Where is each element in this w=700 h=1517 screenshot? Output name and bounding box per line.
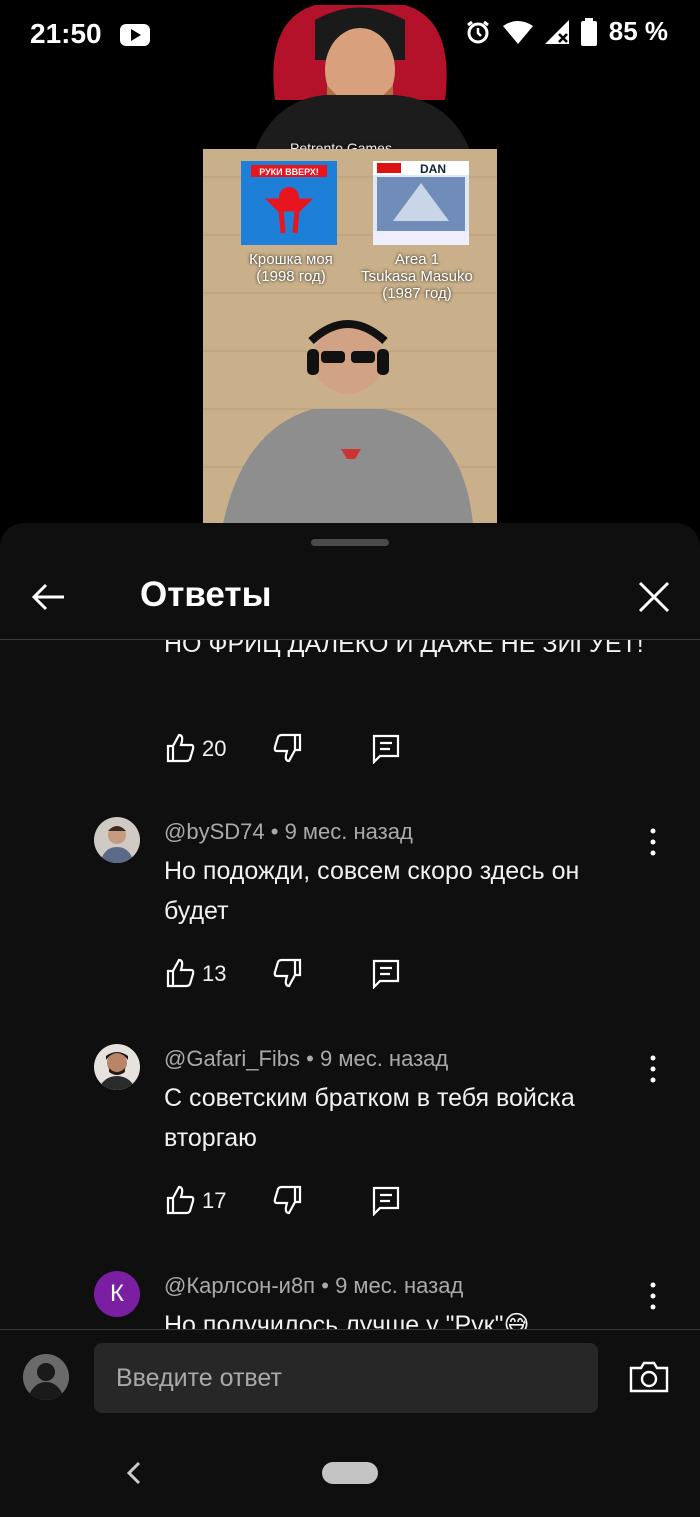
- battery-percentage: 85 %: [608, 16, 668, 46]
- status-bar: 21:50 85 %: [0, 0, 700, 70]
- status-icons: 85 %: [465, 16, 668, 47]
- reply-text: С советским братком в тебя войска вторга…: [164, 1084, 575, 1152]
- signal-icon: [544, 19, 569, 44]
- more-vert-icon[interactable]: [644, 1054, 662, 1084]
- replies-sheet: Ответы НО ФРИЦ ДАЛЕКО И ДАЖЕ НЕ ЗИГУЕТ! …: [0, 523, 700, 1517]
- reply-author[interactable]: @bySD74: [164, 819, 265, 844]
- avatar[interactable]: [94, 1044, 140, 1090]
- right-card-caption: Area 1 Tsukasa Masuko (1987 год): [361, 251, 473, 302]
- video-player[interactable]: Petrento Games РУКИ ВВЕРХ! DAN Крошка мо…: [0, 0, 700, 540]
- album-logo-text: РУКИ ВВЕРХ!: [259, 167, 319, 177]
- reply-meta: @Gafari_Fibs • 9 мес. назад: [164, 1046, 448, 1072]
- battery-icon: [580, 17, 597, 46]
- reply-icon[interactable]: [370, 957, 402, 989]
- meta-separator: •: [306, 1046, 320, 1071]
- thumb-down-icon[interactable]: [272, 957, 304, 989]
- meta-separator: •: [321, 1273, 336, 1298]
- reply-age: 9 мес. назад: [284, 819, 413, 844]
- replies-list[interactable]: НО ФРИЦ ДАЛЕКО И ДАЖЕ НЕ ЗИГУЕТ! 20 @byS…: [0, 640, 700, 1330]
- reply-icon[interactable]: [370, 732, 402, 764]
- thumb-down-icon[interactable]: [272, 732, 304, 764]
- like-count: 13: [202, 961, 227, 986]
- alarm-icon: [466, 20, 489, 43]
- left-card-caption: Крошка моя (1998 год): [249, 251, 333, 285]
- reply-actions: 17: [164, 1184, 424, 1224]
- reply-composer: [0, 1329, 700, 1440]
- reply-meta: @bySD74 • 9 мес. назад: [164, 819, 413, 845]
- reply-author[interactable]: @Gafari_Fibs: [164, 1046, 300, 1071]
- video-clip: РУКИ ВВЕРХ! DAN Крошка моя (1998 год) Ar…: [203, 149, 497, 524]
- more-vert-icon[interactable]: [644, 827, 662, 857]
- reply-icon[interactable]: [370, 1184, 402, 1216]
- reply-meta: @Карлсон-и8п • 9 мес. назад: [164, 1273, 463, 1299]
- nav-home-pill[interactable]: [322, 1462, 378, 1484]
- close-icon[interactable]: [634, 577, 674, 617]
- avatar[interactable]: К: [94, 1271, 140, 1317]
- back-arrow-icon[interactable]: [28, 577, 68, 617]
- thumb-up-icon[interactable]: [164, 957, 196, 989]
- camera-icon[interactable]: [628, 1360, 670, 1394]
- reply-text: НО ФРИЦ ДАЛЕКО И ДАЖЕ НЕ ЗИГУЕТ!: [164, 640, 644, 658]
- thumb-up-icon[interactable]: [164, 1184, 196, 1216]
- avatar-letter: К: [110, 1280, 124, 1307]
- like-count: 17: [202, 1188, 227, 1213]
- reply-actions: 13: [164, 957, 424, 997]
- reply-age: 9 мес. назад: [320, 1046, 449, 1071]
- reply-text: Но подожди, совсем скоро здесь он будет: [164, 857, 580, 925]
- status-time: 21:50: [30, 18, 102, 49]
- reply-actions: 20: [164, 732, 424, 772]
- more-vert-icon[interactable]: [644, 1281, 662, 1311]
- game-logo-text: DAN: [420, 162, 446, 176]
- meta-separator: •: [270, 819, 285, 844]
- thumb-up-icon[interactable]: [164, 732, 196, 764]
- sheet-drag-handle[interactable]: [311, 539, 389, 546]
- reply-input[interactable]: [94, 1343, 598, 1413]
- nav-back-icon[interactable]: [124, 1459, 144, 1487]
- thumb-down-icon[interactable]: [272, 1184, 304, 1216]
- game-cover-right: DAN: [373, 161, 469, 245]
- system-nav-bar: [0, 1439, 700, 1517]
- album-cover-left: РУКИ ВВЕРХ!: [241, 161, 337, 245]
- reply-age: 9 мес. назад: [335, 1273, 464, 1298]
- wifi-icon: [502, 20, 533, 44]
- user-avatar[interactable]: [23, 1354, 69, 1400]
- like-count: 20: [202, 736, 227, 761]
- avatar[interactable]: [94, 817, 140, 863]
- youtube-icon: [120, 24, 150, 46]
- reply-author[interactable]: @Карлсон-и8п: [164, 1273, 315, 1298]
- dancer-figure: [223, 320, 473, 524]
- sheet-header: Ответы: [0, 563, 700, 640]
- reply-text: Но получилось лучше у "Рук"😅: [164, 1311, 530, 1330]
- sheet-title: Ответы: [140, 575, 272, 614]
